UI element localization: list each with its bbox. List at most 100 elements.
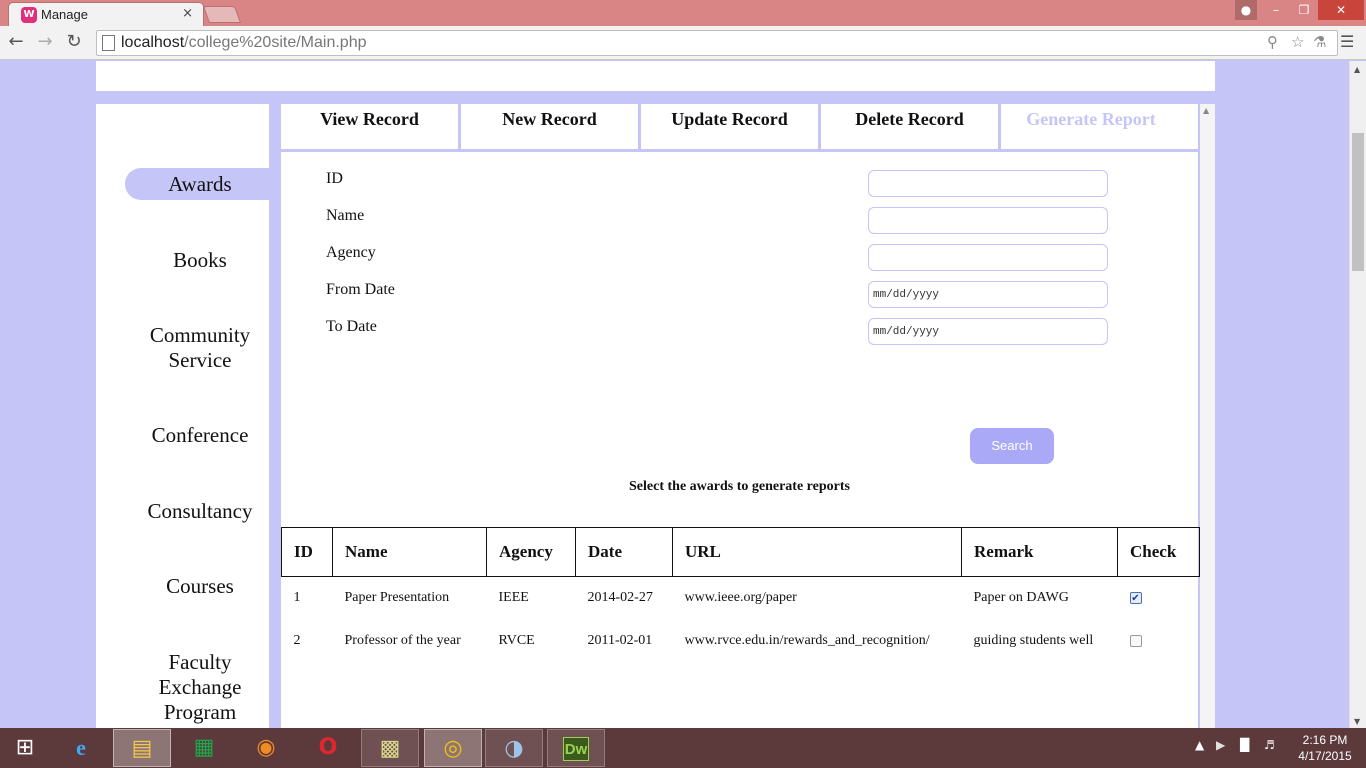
sidebar-item-label: Program — [163, 700, 237, 724]
scroll-down-arrow-icon[interactable]: ▼ — [1354, 717, 1360, 726]
wampserver-icon: W — [21, 7, 37, 23]
chrome-menu-icon[interactable]: ☰ — [1340, 32, 1354, 51]
cell-name: Paper Presentation — [344, 590, 450, 606]
url-text[interactable]: localhost/college%20site/Main.php — [121, 34, 367, 52]
report-instructions: Select the awards to generate reports — [629, 479, 850, 494]
zoom-icon[interactable]: ⚲ — [1267, 33, 1278, 51]
clock-date: 4/17/2015 — [1298, 749, 1352, 763]
show-hidden-icons-icon[interactable]: ▲ — [1195, 738, 1204, 752]
search-button[interactable]: Search — [970, 428, 1054, 464]
agency-field[interactable] — [868, 244, 1108, 271]
operations-tab-bar: View Record New Record Update Record Del… — [281, 104, 1198, 152]
column-header-name: Name — [332, 527, 487, 577]
id-field[interactable] — [868, 170, 1108, 197]
new-tab-button[interactable] — [202, 6, 242, 23]
row-checkbox[interactable] — [1129, 634, 1142, 647]
table-header-row: ID Name Agency Date URL Remark Check — [281, 527, 1200, 577]
minimize-button[interactable]: – — [1262, 0, 1290, 20]
network-icon[interactable]: ▶ — [1216, 738, 1225, 752]
cell-date: 2011-02-01 — [587, 633, 653, 648]
scroll-up-arrow-icon[interactable]: ▲ — [1354, 65, 1360, 74]
sticky-notes-icon[interactable]: ▩ — [361, 729, 419, 767]
sidebar-item-consultancy[interactable]: Consultancy — [125, 499, 275, 524]
file-explorer-icon[interactable]: ▤ — [113, 729, 171, 767]
paint-icon[interactable]: ◑ — [485, 729, 543, 767]
id-label: ID — [326, 170, 343, 187]
store-icon[interactable]: ▦ — [175, 729, 233, 767]
cell-check — [1118, 620, 1200, 663]
volume-icon[interactable]: ♬ — [1264, 738, 1275, 752]
forward-arrow-icon[interactable]: → — [33, 30, 57, 54]
sidebar-item-community-service[interactable]: Community Service — [125, 323, 275, 373]
from-date-label: From Date — [326, 281, 395, 298]
cell-date: 2014-02-27 — [587, 590, 653, 606]
scroll-up-arrow-icon[interactable]: ▲ — [1203, 106, 1209, 115]
cell-agency: IEEE — [498, 590, 529, 606]
back-arrow-icon[interactable]: ← — [4, 30, 28, 54]
maximize-button[interactable]: ❐ — [1290, 0, 1318, 20]
tab-title: Manage — [41, 7, 88, 22]
internet-explorer-icon[interactable]: e — [52, 729, 110, 767]
table-row: 1 Paper Presentation IEEE 2014-02-27 www… — [282, 577, 1200, 620]
start-icon[interactable]: ⊞ — [0, 729, 50, 767]
close-tab-icon[interactable]: × — [182, 6, 193, 21]
user-profile-icon[interactable]: ● — [1235, 0, 1257, 20]
sidebar-item-label: Faculty — [168, 650, 232, 674]
close-window-button[interactable]: ✕ — [1318, 0, 1364, 20]
awards-table: ID Name Agency Date URL Remark Check 1 P… — [281, 527, 1200, 663]
sidebar-item-label: Community — [149, 323, 251, 347]
sidebar-item-label: Awards — [168, 172, 232, 196]
address-bar[interactable]: localhost/college%20site/Main.php ⚲ ☆ ⚗ — [96, 30, 1338, 56]
cell-remark: Paper on DAWG — [973, 590, 1069, 606]
cell-id: 2 — [293, 633, 301, 648]
browser-tab-manage[interactable]: W Manage × — [8, 2, 204, 26]
sidebar-item-books[interactable]: Books — [125, 248, 275, 273]
sidebar-item-conference[interactable]: Conference — [125, 423, 275, 448]
page-icon — [102, 35, 115, 51]
sidebar-item-awards[interactable]: Awards — [125, 168, 275, 200]
dreamweaver-label: Dw — [563, 737, 589, 761]
cell-id: 1 — [293, 590, 301, 606]
extension-icon[interactable]: ⚗ — [1313, 33, 1326, 51]
opera-icon[interactable]: O — [299, 729, 357, 767]
firefox-icon[interactable]: ◉ — [237, 729, 295, 767]
tab-view-record[interactable]: View Record — [281, 104, 461, 149]
scrollbar-thumb[interactable] — [1352, 133, 1364, 271]
name-field[interactable] — [868, 207, 1108, 234]
tab-update-record[interactable]: Update Record — [641, 104, 821, 149]
browser-titlebar: W Manage × ● – ❐ ✕ — [0, 0, 1366, 26]
name-label: Name — [326, 207, 365, 224]
from-date-field[interactable]: mm/dd/yyyy — [868, 281, 1108, 308]
column-header-id: ID — [281, 527, 333, 577]
column-header-url: URL — [672, 527, 962, 577]
sidebar-item-label: Courses — [166, 574, 234, 598]
sidebar-item-faculty-exchange-program[interactable]: Faculty Exchange Program — [125, 650, 275, 725]
column-header-agency: Agency — [486, 527, 576, 577]
cell-name: Professor of the year — [344, 633, 461, 648]
row-checkbox[interactable]: ✔ — [1129, 592, 1142, 605]
page-viewport: Awards Books Community Service Conferenc… — [0, 61, 1349, 728]
page-scrollbar[interactable]: ▲ ▼ — [1349, 61, 1366, 728]
sidebar-item-label: Books — [173, 248, 227, 272]
bookmark-star-icon[interactable]: ☆ — [1291, 33, 1304, 51]
cell-url: www.ieee.org/paper — [684, 590, 797, 606]
table-row: 2 Professor of the year RVCE 2011-02-01 … — [282, 620, 1200, 663]
column-header-date: Date — [575, 527, 673, 577]
battery-icon[interactable]: █ — [1240, 738, 1249, 752]
to-date-field[interactable]: mm/dd/yyyy — [868, 318, 1108, 345]
sidebar-item-courses[interactable]: Courses — [125, 574, 275, 599]
cell-agency: RVCE — [498, 633, 535, 648]
tab-generate-report[interactable]: Generate Report — [1001, 104, 1181, 149]
content-scrollbar[interactable]: ▲ — [1200, 104, 1215, 728]
sidebar-item-label: Conference — [151, 423, 249, 447]
tab-delete-record[interactable]: Delete Record — [821, 104, 1001, 149]
chrome-icon[interactable]: ◎ — [424, 729, 482, 767]
tab-new-record[interactable]: New Record — [461, 104, 641, 149]
main-content: View Record New Record Update Record Del… — [281, 104, 1200, 728]
system-clock[interactable]: 2:16 PM 4/17/2015 — [1290, 732, 1360, 764]
reload-icon[interactable]: ↻ — [62, 30, 86, 54]
cell-check: ✔ — [1118, 577, 1200, 620]
sidebar-item-label: Consultancy — [147, 499, 253, 523]
column-header-check: Check — [1117, 527, 1200, 577]
dreamweaver-icon[interactable]: Dw — [547, 729, 605, 767]
